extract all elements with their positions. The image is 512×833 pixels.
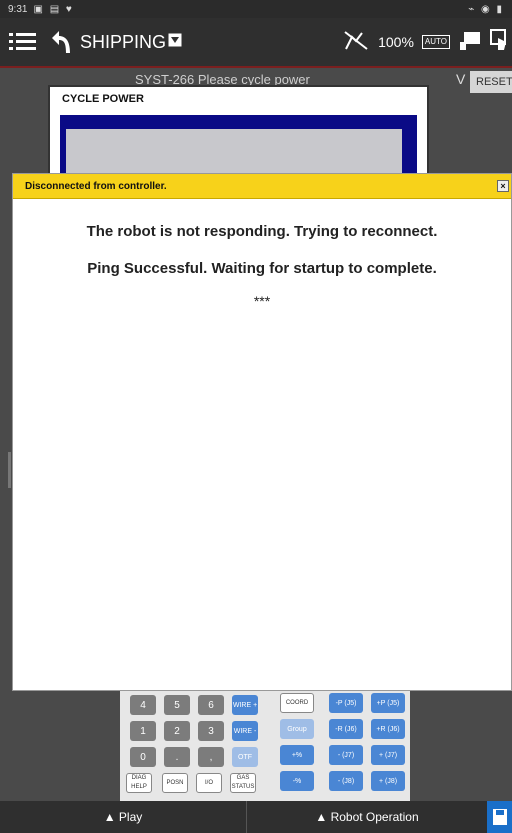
speed-down-key[interactable]: -%	[280, 771, 314, 791]
minus-p-j5-key[interactable]: -P (J5)	[329, 693, 363, 713]
clock: 9:31	[8, 3, 28, 15]
robot-operation-button[interactable]: ▲ Robot Operation	[247, 801, 487, 833]
program-title[interactable]: SHIPPING	[80, 32, 182, 53]
io-key[interactable]: I/O	[196, 773, 222, 793]
dropdown-icon	[168, 33, 182, 52]
minus-r-j6-key[interactable]: -R (J6)	[329, 719, 363, 739]
speed-up-key[interactable]: +%	[280, 745, 314, 765]
posn-key[interactable]: POSN	[162, 773, 188, 793]
progress-indicator: ***	[253, 293, 271, 309]
ping-message: Ping Successful. Waiting for startup to …	[87, 260, 437, 277]
save-icon[interactable]	[487, 801, 512, 833]
no-motion-icon[interactable]	[342, 29, 370, 56]
minus-j7-key[interactable]: - (J7)	[329, 745, 363, 765]
notification-icons: ▣ ▤ ♥	[33, 3, 74, 15]
key-4[interactable]: 4	[130, 695, 156, 715]
speed-override[interactable]: 100%	[378, 34, 414, 50]
back-icon[interactable]	[46, 17, 76, 67]
key-comma[interactable]: ,	[198, 747, 224, 767]
disconnected-dialog: Disconnected from controller. × The robo…	[12, 173, 512, 691]
gas-status-key[interactable]: GAS STATUS	[230, 773, 256, 793]
play-button[interactable]: ▲ Play	[0, 801, 247, 833]
side-drawer-handle[interactable]	[8, 452, 11, 488]
key-5[interactable]: 5	[164, 695, 190, 715]
key-3[interactable]: 3	[198, 721, 224, 741]
cycle-power-window: CYCLE POWER	[48, 85, 429, 189]
plus-j7-key[interactable]: + (J7)	[371, 745, 405, 765]
bottom-bar: ▲ Play ▲ Robot Operation	[0, 801, 512, 833]
status-bar: 9:31 ▣ ▤ ♥ ⌁ ◉ ▮	[0, 0, 512, 18]
top-bar: SHIPPING 100% AUTO	[0, 18, 512, 68]
touch-icon[interactable]	[490, 28, 508, 57]
dialog-header: Disconnected from controller. ×	[13, 174, 511, 199]
expand-icon[interactable]: V	[456, 71, 465, 87]
keypad: 4 5 6 WIRE + COORD -P (J5) +P (J5) 1 2 3…	[120, 691, 410, 801]
key-0[interactable]: 0	[130, 747, 156, 767]
pendant-icon[interactable]	[458, 28, 482, 57]
key-1[interactable]: 1	[130, 721, 156, 741]
plus-j8-key[interactable]: + (J8)	[371, 771, 405, 791]
auto-mode-icon[interactable]: AUTO	[421, 35, 450, 49]
key-6[interactable]: 6	[198, 695, 224, 715]
wire-plus-key[interactable]: WIRE +	[232, 695, 258, 715]
wire-minus-key[interactable]: WIRE -	[232, 721, 258, 741]
plus-r-j6-key[interactable]: +R (J6)	[371, 719, 405, 739]
key-dot[interactable]: .	[164, 747, 190, 767]
dialog-header-text: Disconnected from controller.	[25, 180, 167, 192]
close-icon[interactable]: ×	[497, 180, 509, 192]
menu-icon[interactable]	[0, 17, 46, 67]
group-key[interactable]: Group	[280, 719, 314, 739]
key-2[interactable]: 2	[164, 721, 190, 741]
coord-key[interactable]: COORD	[280, 693, 314, 713]
system-icons: ⌁ ◉ ▮	[468, 3, 504, 15]
reconnect-message: The robot is not responding. Trying to r…	[86, 223, 438, 240]
reset-button[interactable]: RESET	[470, 71, 512, 93]
cycle-power-title: CYCLE POWER	[62, 93, 144, 105]
minus-j8-key[interactable]: - (J8)	[329, 771, 363, 791]
diag-help-key[interactable]: DIAG HELP	[126, 773, 152, 793]
otf-key[interactable]: OTF	[232, 747, 258, 767]
plus-p-j5-key[interactable]: +P (J5)	[371, 693, 405, 713]
program-name: SHIPPING	[80, 31, 167, 52]
